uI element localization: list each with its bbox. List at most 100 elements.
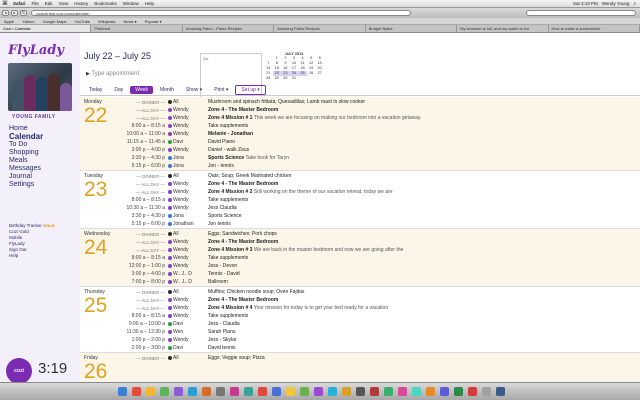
- print-dropdown[interactable]: Print ▾: [209, 86, 233, 94]
- setup-dropdown[interactable]: Set up ▾: [235, 85, 266, 95]
- calendar-event[interactable]: — ALL DAY — Wendy Zone 4 - The Master Bedr…: [124, 106, 640, 114]
- dock-app-icon[interactable]: [146, 387, 155, 396]
- calendar-event[interactable]: 11:30 a – 12:30 p Wen Sarah Piano: [124, 328, 640, 336]
- dock-app-icon[interactable]: [132, 387, 141, 396]
- dock-app-icon[interactable]: [118, 387, 127, 396]
- nav-messages[interactable]: Messages: [9, 165, 43, 173]
- calendar-event[interactable]: — ALL DAY — Wendy Zone 4 Mission # 4 Your …: [124, 304, 640, 312]
- dock-app-icon[interactable]: [188, 387, 197, 396]
- dock-app-icon[interactable]: [496, 387, 505, 396]
- day-header[interactable]: Monday 22: [80, 97, 124, 170]
- dock-app-icon[interactable]: [314, 387, 323, 396]
- address-bar[interactable]: cozicentral.cozi.com/calendar/: [31, 10, 411, 16]
- day-header[interactable]: Friday 26: [80, 353, 124, 382]
- calendar-event[interactable]: 3:30 p – 4:30 p Jona Sports Science: [124, 212, 640, 220]
- calendar-event[interactable]: 5:15 p – 6:00 p Jonathan Jon tennis: [124, 220, 640, 228]
- nav-meals[interactable]: Meals: [9, 157, 43, 165]
- dock-app-icon[interactable]: [440, 387, 449, 396]
- dock-app-icon[interactable]: [244, 387, 253, 396]
- menu-safari[interactable]: Safari: [10, 1, 29, 6]
- calendar-event[interactable]: 8:00 a – 8:15 a Wendy Take supplements: [124, 122, 640, 130]
- dock-app-icon[interactable]: [272, 387, 281, 396]
- calendar-event[interactable]: — ALL DAY — Wendy Zone 4 Mission # 1 This …: [124, 114, 640, 122]
- bookmark-popular[interactable]: Popular ▾: [141, 19, 166, 24]
- apple-menu-icon[interactable]: ⌘: [0, 0, 10, 7]
- nav-to-do[interactable]: To Do: [9, 141, 43, 149]
- menu-view[interactable]: View: [56, 1, 72, 6]
- tab-cozi-calendar[interactable]: Cozi • Calendar: [0, 25, 92, 32]
- calendar-event[interactable]: 2:00 p – 3:00 p Davi David tennis: [124, 344, 640, 352]
- tab-snowmobile[interactable]: How to make a snowmobile: [548, 25, 640, 32]
- menu-history[interactable]: History: [71, 1, 91, 6]
- calendar-event[interactable]: — ALL DAY — Wendy Zone 4 Mission # 3 We ar…: [124, 246, 640, 254]
- nav-journal[interactable]: Journal: [9, 173, 43, 181]
- day-header[interactable]: Tuesday 23: [80, 171, 124, 228]
- flylady-logo[interactable]: FlyLady: [8, 43, 64, 58]
- tab-budget-bytes[interactable]: Budget Bytes: [365, 25, 458, 32]
- back-button[interactable]: ◂: [2, 10, 9, 16]
- bookmark-apple[interactable]: Apple: [0, 19, 18, 24]
- dock-app-icon[interactable]: [230, 387, 239, 396]
- calendar-event[interactable]: 9:00 a – 10:00 a Davi Jess - Claudia: [124, 320, 640, 328]
- dock-app-icon[interactable]: [174, 387, 183, 396]
- calendar-event[interactable]: — ALL DAY — Wendy Zone 4 - The Master Bedr…: [124, 296, 640, 304]
- bookmark-wikipedia[interactable]: Wikipedia: [94, 19, 119, 24]
- search-input[interactable]: [526, 10, 636, 16]
- calendar-event[interactable]: — DINNER — All Muffins; Chicken noodle sou…: [124, 288, 640, 296]
- nav-settings[interactable]: Settings: [9, 181, 43, 189]
- day-header[interactable]: Wednesday 24: [80, 229, 124, 286]
- calendar-event[interactable]: — DINNER — All Mushroom and spinach fritta…: [124, 98, 640, 106]
- calendar-event[interactable]: 3:00 p – 4:00 p Wendy Daniel - walk Zeus: [124, 146, 640, 154]
- menu-bookmarks[interactable]: Bookmarks: [91, 1, 120, 6]
- menu-help[interactable]: Help: [142, 1, 157, 6]
- tab-pinterest[interactable]: Pinterest: [91, 25, 183, 32]
- dock-app-icon[interactable]: [454, 387, 463, 396]
- new-appointment-input[interactable]: ▶ Type appointment: [86, 71, 139, 77]
- dock-app-icon[interactable]: [328, 387, 337, 396]
- calendar-event[interactable]: 8:00 a – 8:15 a Wendy Take supplements: [124, 196, 640, 204]
- view-today[interactable]: Today: [84, 86, 107, 94]
- calendar-event[interactable]: 5:15 p – 6:00 p Jona Jon - tennis: [124, 162, 640, 170]
- link-help[interactable]: Help: [9, 253, 55, 259]
- calendar-event[interactable]: 10:30 a – 11:30 a Wendy Jess Claudia: [124, 204, 640, 212]
- view-week[interactable]: Week: [130, 86, 153, 94]
- mini-calendar-day[interactable]: 30: [281, 76, 290, 81]
- view-month[interactable]: Month: [155, 86, 179, 94]
- bookmark-yahoo[interactable]: Yahoo!: [18, 19, 38, 24]
- calendar-event[interactable]: 3:30 p – 4:30 p Jona Sports Science Take b…: [124, 154, 640, 162]
- calendar-event[interactable]: 1:00 p – 2:00 p Wendy Jess - Skylar: [124, 336, 640, 344]
- menubar-clock[interactable]: Sat 3:19 PM: [573, 1, 598, 6]
- bookmark-google-maps[interactable]: Google Maps: [39, 19, 71, 24]
- mini-calendar-day[interactable]: 31: [290, 76, 299, 81]
- mini-calendar[interactable]: JULY 2013 1 2 3 4 5 6 7 8 9 10 11 12 13 14 15 16 17 18 19 2…: [264, 52, 324, 81]
- calendar-event[interactable]: — DINNER — All Eggs; Veggie soup; Pizza: [124, 354, 640, 362]
- calendar-event[interactable]: — ALL DAY — Wendy Zone 4 - The Master Bedr…: [124, 180, 640, 188]
- menu-edit[interactable]: Edit: [42, 1, 56, 6]
- dock-app-icon[interactable]: [300, 387, 309, 396]
- dock-app-icon[interactable]: [202, 387, 211, 396]
- dock-app-icon[interactable]: [468, 387, 477, 396]
- calendar-event[interactable]: — DINNER — All Oats; Soup; Greek Marinated…: [124, 172, 640, 180]
- calendar-event[interactable]: 10:00 a – 11:00 a Wendy Melanie - Jonathan: [124, 130, 640, 138]
- calendar-event[interactable]: 12:00 p – 1:00 p Wendy Jess - Devon: [124, 262, 640, 270]
- bookmark-youtube[interactable]: YouTube: [70, 19, 94, 24]
- day-header[interactable]: Thursday 25: [80, 287, 124, 352]
- menubar-user[interactable]: Wendy Young: [602, 1, 630, 6]
- calendar-event[interactable]: 8:00 a – 8:15 a Wendy Take supplements: [124, 312, 640, 320]
- dock-app-icon[interactable]: [384, 387, 393, 396]
- forward-button[interactable]: ▸: [11, 10, 18, 16]
- dock-app-icon[interactable]: [426, 387, 435, 396]
- view-day[interactable]: Day: [109, 86, 128, 94]
- calendar-event[interactable]: 11:15 a – 11:45 a Davi David Piano: [124, 138, 640, 146]
- reload-button[interactable]: ↻: [20, 10, 27, 16]
- dock-app-icon[interactable]: [216, 387, 225, 396]
- menu-file[interactable]: File: [29, 1, 42, 6]
- tab-stomach-full[interactable]: My stomach is full, and my wallet is too: [457, 25, 549, 32]
- dock-app-icon[interactable]: [398, 387, 407, 396]
- dock-app-icon[interactable]: [482, 387, 491, 396]
- calendar-event[interactable]: — ALL DAY — Wendy Zone 4 - The Master Bedr…: [124, 238, 640, 246]
- mini-calendar-day[interactable]: 29: [273, 76, 282, 81]
- tab-amazing-paleo-recipes[interactable]: Amazing Paleo Recipes: [274, 25, 366, 32]
- dock-app-icon[interactable]: [286, 387, 295, 396]
- dock-app-icon[interactable]: [258, 387, 267, 396]
